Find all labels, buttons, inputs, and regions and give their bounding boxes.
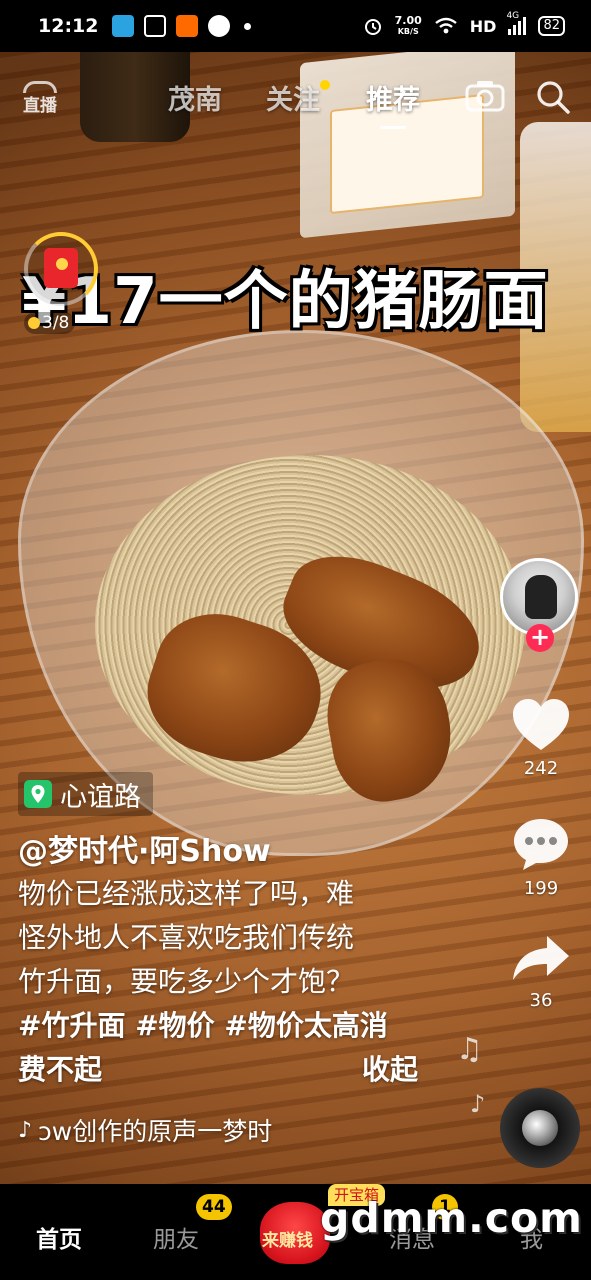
site-watermark: gdmm.com — [320, 1194, 583, 1242]
alarm-icon — [364, 19, 381, 35]
heart-icon — [513, 699, 569, 750]
music-note-float-icon-small: ♪ — [470, 1090, 486, 1118]
share-icon — [513, 936, 569, 980]
music-disc-cover — [522, 1110, 558, 1146]
net-speed-value: 7.00 — [394, 14, 422, 27]
battery-icon: 82 — [538, 16, 565, 36]
share-button[interactable]: 36 — [500, 934, 582, 1011]
music-disc[interactable] — [500, 1088, 580, 1168]
signal-icon: 4G — [506, 11, 527, 35]
active-tab-underline — [380, 126, 406, 129]
follow-plus-button[interactable]: + — [526, 624, 554, 652]
like-button[interactable]: 242 — [500, 698, 582, 779]
hashtags-line[interactable]: #竹升面 #物价 #物价太高消 — [18, 1004, 428, 1048]
like-count: 242 — [523, 758, 559, 779]
tab-home[interactable]: 首页 — [36, 1220, 82, 1254]
gold-coin-icon — [28, 317, 40, 329]
net-speed-unit: KB/S — [397, 27, 419, 36]
red-envelope-reward-widget[interactable]: 3/8 — [24, 232, 104, 342]
comment-button[interactable]: 199 — [500, 816, 582, 899]
tab-following[interactable]: 关注 — [266, 78, 320, 117]
caption-line: 物价已经涨成这样了吗，难 — [18, 877, 355, 910]
tab-recommended[interactable]: 推荐 — [366, 78, 420, 117]
net-speed: 7.00 KB/S — [395, 15, 422, 37]
search-icon[interactable] — [534, 78, 572, 116]
signal-type: 4G — [506, 11, 520, 21]
red-envelope-icon — [44, 248, 78, 288]
reward-progress-text: 3/8 — [42, 313, 70, 333]
friends-badge: 44 — [196, 1194, 232, 1220]
reward-progress: 3/8 — [24, 312, 76, 334]
browser-app-icon — [208, 15, 231, 37]
tab-local[interactable]: 茂南 — [168, 78, 222, 117]
share-count: 36 — [529, 990, 553, 1011]
top-nav: 直播 茂南 关注 推荐 — [0, 70, 591, 130]
comment-icon — [514, 819, 568, 870]
status-right-group: 7.00 KB/S HD 4G 82 — [363, 11, 565, 37]
tiktok-note-icon: ♪ — [18, 1117, 33, 1143]
music-note-float-icon: ♫ — [456, 1032, 483, 1067]
more-notifications-dot — [244, 22, 252, 30]
status-bar: 12:12 7.00 KB/S HD 4G 82 — [0, 0, 591, 52]
author-name[interactable]: @梦时代·阿Show — [18, 826, 271, 870]
music-info[interactable]: ♪ ɔw创作的原声一梦时 — [18, 1112, 272, 1148]
caption-line: 竹升面，要吃多少个才饱？ — [18, 965, 355, 998]
live-button[interactable]: 直播 — [18, 76, 62, 120]
hd-label: HD — [469, 16, 497, 36]
live-label: 直播 — [23, 95, 57, 116]
collapse-caption-button[interactable]: 收起 — [362, 1048, 418, 1088]
status-time: 12:12 — [38, 15, 99, 37]
wifi-icon — [435, 17, 457, 34]
translate-app-icon — [144, 15, 167, 37]
location-name: 心谊路 — [60, 781, 141, 813]
camera-icon[interactable] — [464, 78, 506, 114]
avatar-person — [525, 575, 557, 619]
music-title: ɔw创作的原声一梦时 — [38, 1117, 273, 1146]
earn-money-label: 来赚钱 — [262, 1231, 313, 1251]
comment-count: 199 — [523, 878, 559, 899]
tab-friends[interactable]: 朋友 — [153, 1220, 199, 1254]
taobao-app-icon — [176, 15, 199, 37]
coin-icon — [56, 258, 68, 270]
location-tag[interactable]: 心谊路 — [18, 772, 153, 816]
following-new-dot — [320, 80, 330, 90]
location-pin-icon — [24, 780, 52, 808]
caption-line: 怪外地人不喜欢吃我们传统 — [18, 921, 355, 954]
telegram-app-icon — [112, 15, 135, 37]
